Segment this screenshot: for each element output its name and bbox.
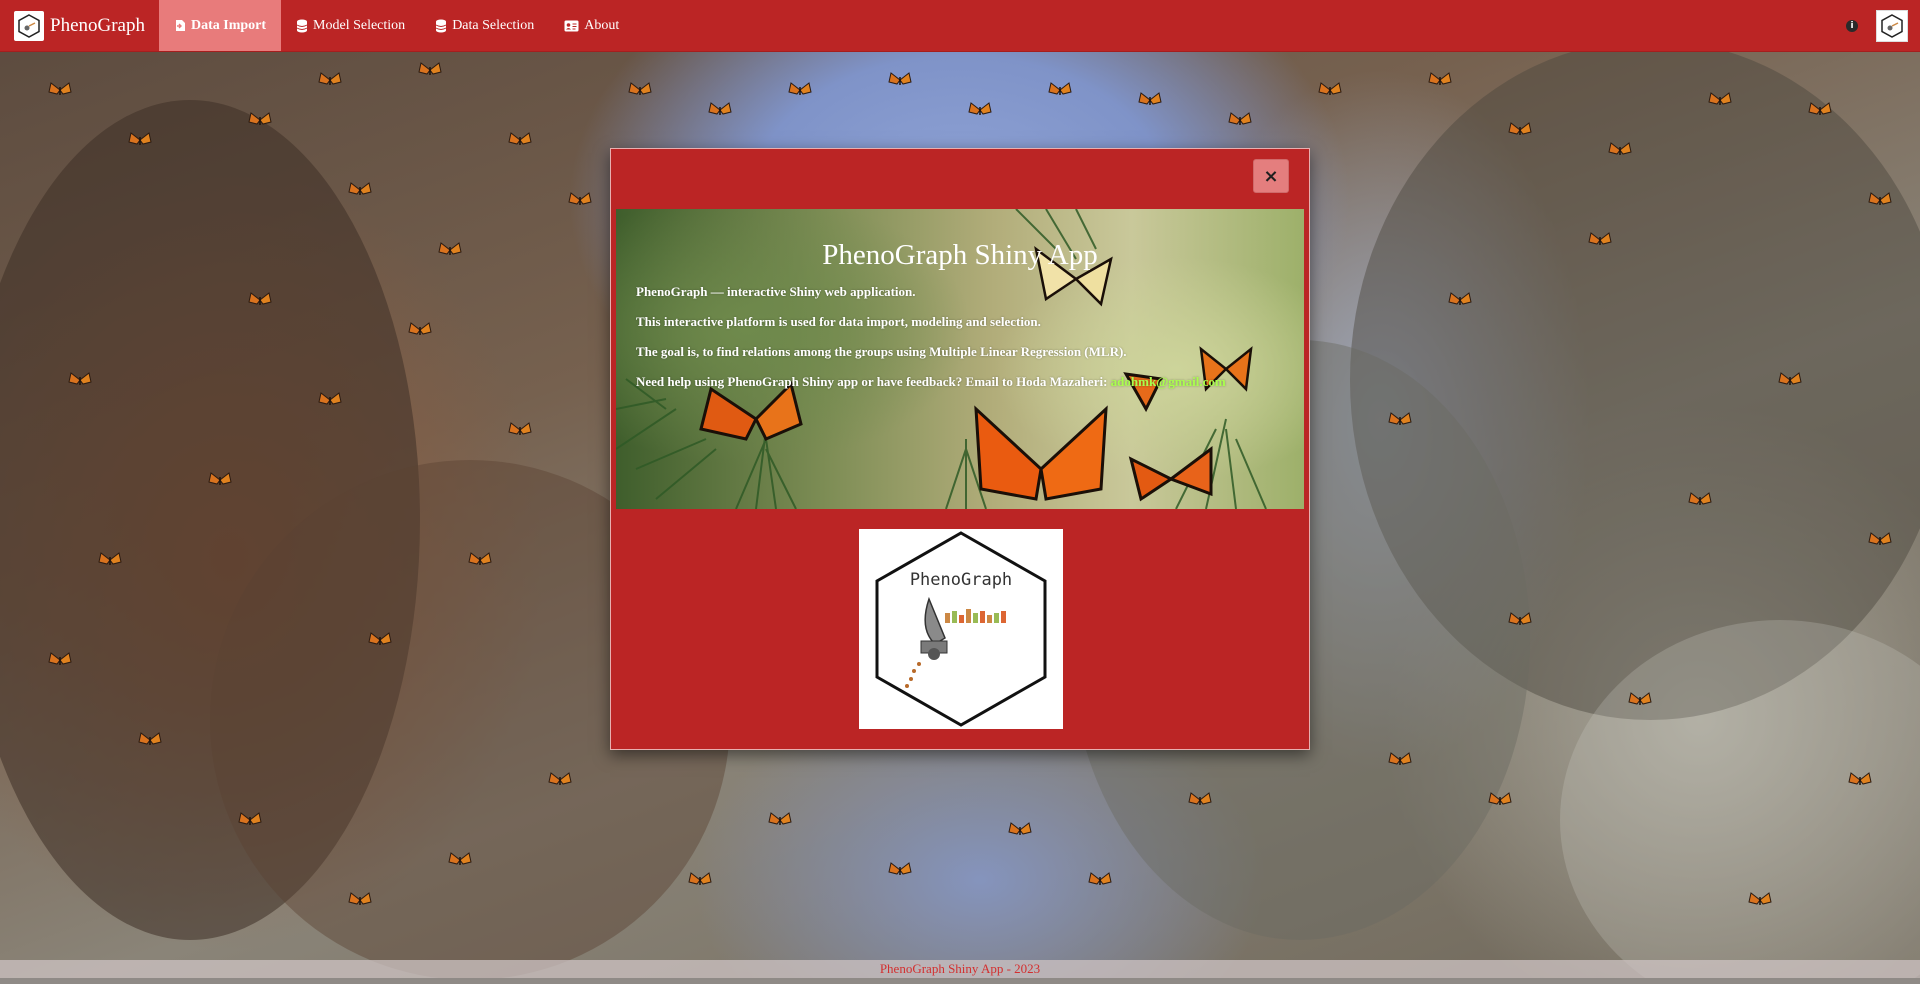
purpose-line: This interactive platform is used for da… [636, 314, 1041, 329]
goal-line: The goal is, to find relations among the… [636, 344, 1127, 359]
tab-data-selection[interactable]: Data Selection [420, 0, 549, 51]
tab-label: Data Import [190, 17, 267, 33]
phenograph-hex-logo: PhenoGraph [859, 529, 1063, 729]
database-icon [296, 19, 308, 33]
database-icon [435, 19, 447, 33]
email-link[interactable]: adohmk@gmail.com [1111, 374, 1226, 389]
tab-about[interactable]: About [549, 0, 634, 51]
file-import-icon [174, 19, 186, 32]
close-button[interactable]: × [1253, 159, 1289, 193]
welcome-modal: × PhenoGraph Shiny App PhenoGraph — inte… [610, 148, 1310, 750]
logo-text: PhenoGraph [910, 570, 1012, 590]
brand[interactable]: PhenoGraph [0, 0, 159, 51]
brand-title: PhenoGraph [50, 14, 145, 36]
modal-banner: PhenoGraph Shiny App PhenoGraph — intera… [616, 209, 1304, 509]
tab-model-selection[interactable]: Model Selection [281, 0, 420, 51]
top-navbar: PhenoGraph Data Import Model Selection D… [0, 0, 1920, 52]
footer: PhenoGraph Shiny App - 2023 [0, 960, 1920, 978]
modal-title: PhenoGraph Shiny App [822, 239, 1098, 271]
tab-label: Data Selection [452, 17, 535, 33]
tab-label: Model Selection [313, 17, 406, 33]
footer-text: PhenoGraph Shiny App - 2023 [879, 961, 1041, 976]
phenograph-logo-icon [14, 10, 44, 41]
intro-line: PhenoGraph — interactive Shiny web appli… [636, 284, 916, 299]
contact-line: Need help using PhenoGraph Shiny app or … [636, 374, 1226, 390]
navbar-right: i [1846, 0, 1920, 51]
app-logo-icon[interactable] [1876, 9, 1908, 42]
bottom-strip [0, 978, 1920, 984]
tab-label: About [584, 17, 620, 33]
id-card-icon [564, 20, 579, 32]
tab-data-import[interactable]: Data Import [158, 0, 282, 51]
contact-text: Need help using PhenoGraph Shiny app or … [636, 374, 1108, 389]
info-icon[interactable]: i [1846, 19, 1858, 32]
